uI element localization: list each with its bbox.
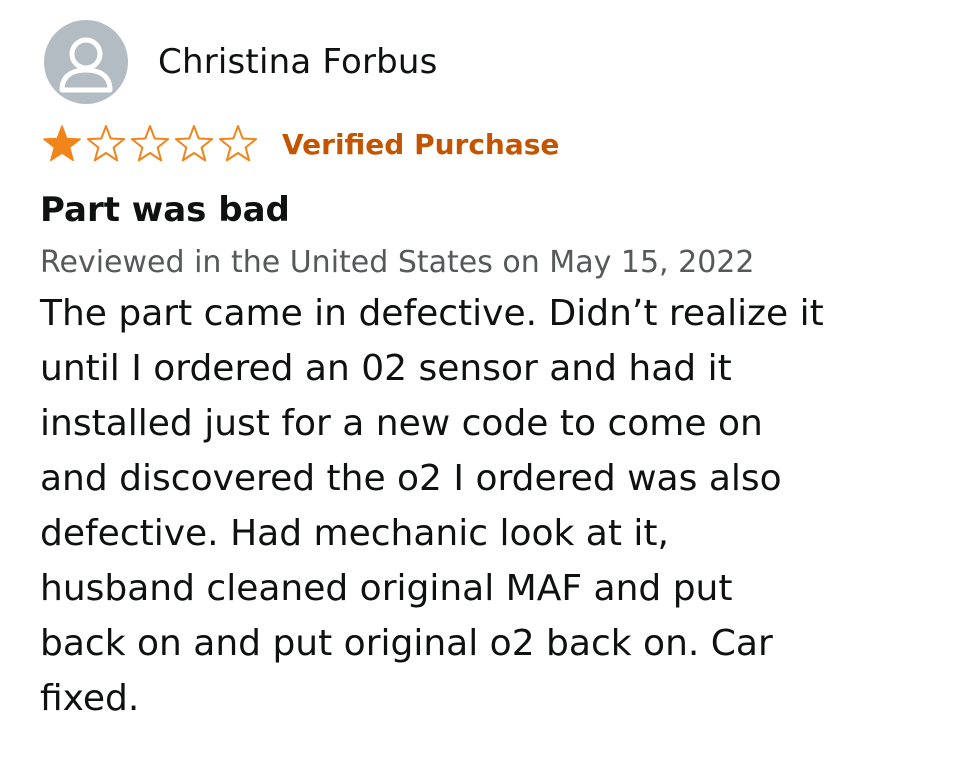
review-body-line: installed just for a new code to come on [40, 403, 763, 444]
review-body: The part came in defective. Didn’t reali… [40, 286, 920, 726]
reviewer-name[interactable]: Christina Forbus [158, 42, 438, 82]
review-body-line: and discovered the o2 I ordered was also [40, 458, 782, 499]
verified-purchase-badge: Verified Purchase [282, 127, 560, 161]
review-body-line: husband cleaned original MAF and put [40, 568, 733, 609]
reviewer-profile[interactable]: Christina Forbus [40, 18, 940, 106]
star-rating[interactable] [40, 124, 260, 164]
person-icon [59, 37, 113, 93]
star-filled-icon [43, 125, 81, 162]
star-empty-icon [86, 125, 126, 162]
star-empty-icon [218, 125, 258, 162]
star-empty-icon [174, 125, 214, 162]
review-title[interactable]: Part was bad [40, 188, 940, 232]
review-body-line: until I ordered an 02 sensor and had it [40, 348, 732, 389]
review-body-line: The part came in defective. Didn’t reali… [40, 293, 824, 334]
review-body-line: back on and put original o2 back on. Car [40, 623, 773, 664]
avatar[interactable] [44, 20, 128, 104]
review-body-line: fixed. [40, 678, 140, 719]
review-body-line: defective. Had mechanic look at it, [40, 513, 669, 554]
review-date: Reviewed in the United States on May 15,… [40, 245, 755, 280]
star-empty-icon [130, 125, 170, 162]
rating-row: Verified Purchase [40, 122, 940, 166]
review-card: Christina Forbus Verified Purchase Part … [40, 18, 940, 726]
